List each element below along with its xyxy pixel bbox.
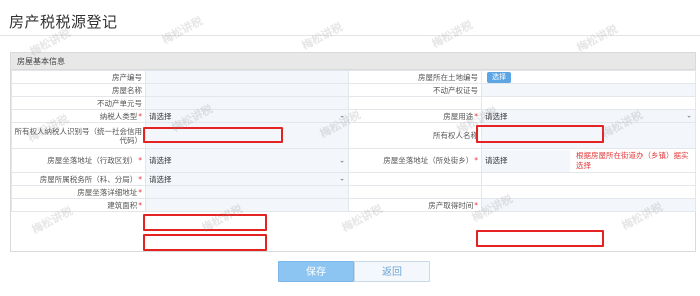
form-row: 房屋名称 不动产权证号	[11, 83, 696, 97]
property-cert-label: 不动产权证号	[348, 83, 482, 97]
house-usage-select[interactable]: 请选择 ⌄	[481, 109, 696, 123]
watermark: 梅松讲税	[299, 20, 345, 53]
form-row: 所有权人纳税人识别号（统一社会信用代码） 所有权人名称	[11, 122, 696, 149]
street-value: 请选择	[485, 155, 508, 165]
house-info-panel: 房屋基本信息 房产编号 房屋所在土地编号 选择 房屋名称 不动产权证号 不动产单…	[10, 52, 696, 252]
detail-address-label-cell: 房屋坐落详细地址*	[11, 185, 146, 199]
district-value: 请选择	[149, 156, 172, 165]
unit-no-label: 不动产单元号	[11, 96, 146, 110]
back-button[interactable]: 返回	[354, 261, 430, 282]
taxpayer-type-select[interactable]: 请选择 ⌄	[145, 109, 349, 123]
house-usage-label: 房屋用途	[443, 111, 474, 121]
required-mark: *	[474, 111, 478, 121]
chevron-down-icon: ⌄	[339, 174, 345, 183]
floor-area-label: 建筑面积	[107, 200, 138, 210]
unit-no-field[interactable]	[145, 96, 349, 110]
street-hint: 根据房屋所在街道办（乡镇）据实选择	[576, 150, 689, 170]
house-name-label: 房屋名称	[11, 83, 146, 97]
required-mark: *	[474, 156, 478, 165]
empty-cell	[481, 185, 696, 199]
land-id-label: 房屋所在土地编号	[348, 70, 482, 84]
owner-name-field[interactable]	[481, 122, 696, 149]
land-id-field[interactable]: 选择	[481, 70, 696, 84]
house-usage-value: 请选择	[485, 111, 508, 121]
empty-cell	[481, 96, 696, 110]
form-row: 房屋坐落地址（行政区划）* 请选择 ⌄ 房屋坐落地址（所处街乡）* 请选择根据房屋…	[11, 148, 696, 173]
required-mark: *	[138, 174, 142, 184]
tax-office-label: 房屋所属税务所（科、分局）	[39, 174, 138, 184]
empty-cell	[481, 172, 696, 186]
acquire-date-field[interactable]	[481, 198, 696, 212]
district-label-cell: 房屋坐落地址（行政区划）*	[11, 148, 146, 173]
chevron-down-icon: ⌄	[339, 111, 345, 120]
floor-area-label-cell: 建筑面积*	[11, 198, 146, 212]
page-title: 房产税税源登记	[9, 13, 118, 31]
district-select[interactable]: 请选择 ⌄	[145, 148, 349, 173]
owner-taxid-label: 所有权人纳税人识别号（统一社会信用代码）	[11, 122, 146, 149]
taxpayer-type-value: 请选择	[149, 111, 172, 121]
chevron-down-icon: ⌄	[339, 156, 345, 164]
house-id-label: 房产编号	[11, 70, 146, 84]
street-label-cell: 房屋坐落地址（所处街乡）*	[348, 148, 482, 173]
chevron-down-icon: ⌄	[686, 111, 692, 120]
house-info-form: 房产编号 房屋所在土地编号 选择 房屋名称 不动产权证号 不动产单元号 纳税人类…	[11, 70, 696, 212]
acquire-date-label: 房产取得时间	[428, 200, 474, 210]
floor-area-field[interactable]	[145, 198, 349, 212]
form-row: 房产编号 房屋所在土地编号 选择	[11, 70, 696, 84]
empty-cell	[348, 172, 482, 186]
tax-office-value: 请选择	[149, 174, 172, 184]
required-mark: *	[138, 187, 142, 197]
watermark: 梅松讲税	[159, 14, 205, 47]
tax-office-label-cell: 房屋所属税务所（科、分局）*	[11, 172, 146, 186]
required-mark: *	[138, 111, 142, 121]
street-select[interactable]: 请选择	[482, 149, 570, 172]
taxpayer-type-label-cell: 纳税人类型*	[11, 109, 146, 123]
property-cert-field[interactable]	[481, 83, 696, 97]
title-divider	[0, 35, 700, 36]
tax-office-select[interactable]: 请选择 ⌄	[145, 172, 349, 186]
required-mark: *	[474, 200, 478, 210]
required-mark: *	[138, 156, 142, 165]
empty-cell	[348, 185, 482, 199]
street-select-cell[interactable]: 请选择 根据房屋所在街道办（乡镇）据实选择	[481, 148, 696, 173]
form-row: 建筑面积* 房产取得时间*	[11, 198, 696, 212]
district-label: 房屋坐落地址（行政区划）	[47, 156, 138, 165]
form-row: 纳税人类型* 请选择 ⌄ 房屋用途* 请选择 ⌄	[11, 109, 696, 123]
owner-name-label: 所有权人名称	[348, 122, 482, 149]
detail-address-field[interactable]	[145, 185, 349, 199]
form-row: 房屋坐落详细地址*	[11, 185, 696, 199]
form-row: 不动产单元号	[11, 96, 696, 110]
form-row: 房屋所属税务所（科、分局）* 请选择 ⌄	[11, 172, 696, 186]
house-usage-label-cell: 房屋用途*	[348, 109, 482, 123]
panel-title: 房屋基本信息	[11, 53, 695, 70]
watermark: 梅松讲税	[429, 18, 475, 51]
acquire-date-label-cell: 房产取得时间*	[348, 198, 482, 212]
detail-address-label: 房屋坐落详细地址	[77, 187, 138, 197]
empty-cell	[348, 96, 482, 110]
street-label: 房屋坐落地址（所处街乡）	[383, 156, 474, 165]
taxpayer-type-label: 纳税人类型	[99, 111, 138, 121]
watermark: 梅松讲税	[574, 22, 620, 55]
required-mark: *	[138, 200, 142, 210]
owner-taxid-field[interactable]	[145, 122, 349, 149]
choose-land-button[interactable]: 选择	[487, 71, 511, 83]
save-button[interactable]: 保存	[278, 261, 354, 282]
house-name-field[interactable]	[145, 83, 349, 97]
house-id-field[interactable]	[145, 70, 349, 84]
